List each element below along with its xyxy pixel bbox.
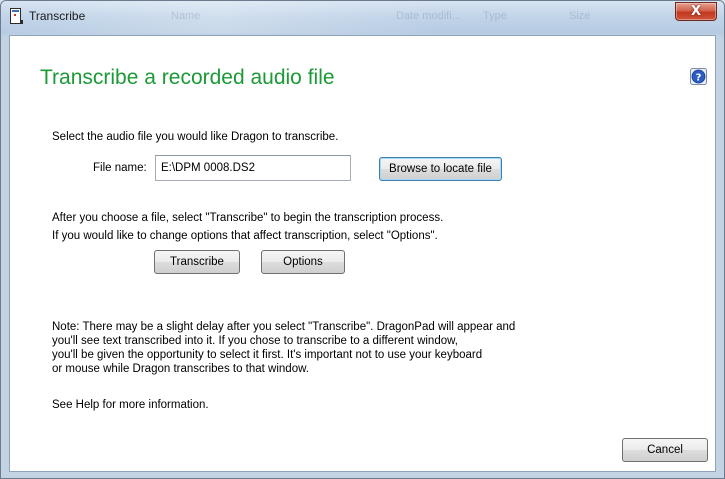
background-column-type: Type [483, 10, 507, 22]
page-title: Transcribe a recorded audio file [40, 66, 335, 89]
title-bar[interactable]: Name Date modifi... Type Size Transcribe… [1, 1, 724, 34]
transcribe-window: Name Date modifi... Type Size Transcribe… [0, 0, 725, 479]
close-button[interactable]: X [675, 2, 717, 21]
cancel-button[interactable]: Cancel [622, 438, 708, 462]
app-icon [10, 8, 23, 24]
instruction-line-1: After you choose a file, select "Transcr… [52, 212, 444, 224]
close-icon: X [690, 4, 702, 19]
help-info-text: See Help for more information. [52, 399, 209, 411]
background-column-name: Name [171, 10, 201, 22]
options-button[interactable]: Options [261, 250, 345, 274]
browse-button[interactable]: Browse to locate file [379, 157, 502, 181]
dialog-content: Transcribe a recorded audio file ? Selec… [9, 35, 716, 472]
select-prompt: Select the audio file you would like Dra… [52, 131, 339, 143]
window-title: Transcribe [29, 9, 86, 23]
background-column-date: Date modifi... [396, 10, 461, 22]
file-name-input[interactable] [155, 155, 351, 181]
background-column-size: Size [569, 10, 591, 22]
note-line-4: or mouse while Dragon transcribes to tha… [52, 363, 309, 375]
transcribe-button[interactable]: Transcribe [154, 250, 240, 274]
instruction-line-2: If you would like to change options that… [52, 230, 438, 242]
help-icon[interactable]: ? [690, 68, 707, 85]
file-name-label: File name: [93, 162, 147, 174]
svg-text:?: ? [696, 72, 702, 83]
